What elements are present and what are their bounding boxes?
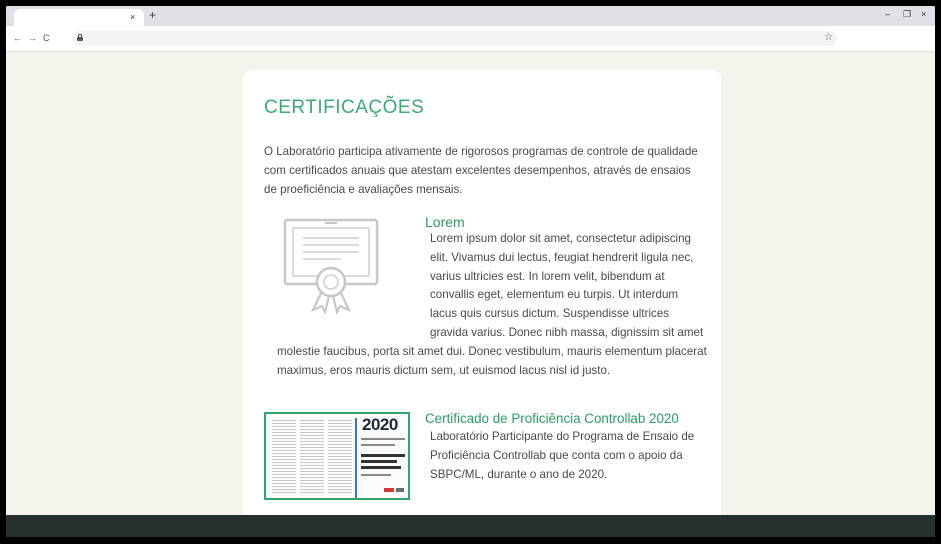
browser-toolbar: ← → C ☆ (6, 26, 935, 52)
reload-button[interactable]: C (43, 33, 50, 43)
section-heading-lorem: Lorem (425, 214, 465, 230)
page-title: CERTIFICAÇÕES (264, 97, 425, 118)
page-footer (6, 515, 935, 537)
close-window-button[interactable]: × (921, 9, 926, 19)
certificate-thumbnail[interactable]: 2020 (264, 412, 410, 500)
content-card: CERTIFICAÇÕES O Laboratório participa at… (243, 70, 721, 530)
intro-paragraph: O Laboratório participa ativamente de ri… (264, 145, 698, 196)
new-tab-button[interactable]: + (149, 9, 156, 21)
thumbnail-year: 2020 (362, 415, 398, 434)
section-text-certificate: Laboratório Participante do Programa de … (430, 430, 695, 481)
tab-close-icon[interactable]: × (130, 12, 135, 22)
section-text-lorem: Lorem ipsum dolor sit amet, consectetur … (277, 232, 707, 377)
bookmark-star-icon[interactable]: ☆ (824, 32, 833, 44)
maximize-button[interactable]: ❐ (903, 9, 911, 19)
minimize-button[interactable]: – (885, 9, 890, 19)
back-button[interactable]: ← (13, 33, 22, 43)
tab-strip: × + – ❐ × (6, 6, 935, 26)
lock-icon (77, 34, 83, 41)
browser-tab[interactable]: × (14, 9, 144, 26)
browser-window: × + – ❐ × ← → C ☆ CERTIFICAÇÕES O Labora… (6, 6, 935, 537)
section-heading-certificate: Certificado de Proficiência Controllab 2… (425, 411, 679, 426)
address-bar[interactable]: ☆ (72, 31, 837, 46)
forward-button[interactable]: → (28, 33, 37, 43)
